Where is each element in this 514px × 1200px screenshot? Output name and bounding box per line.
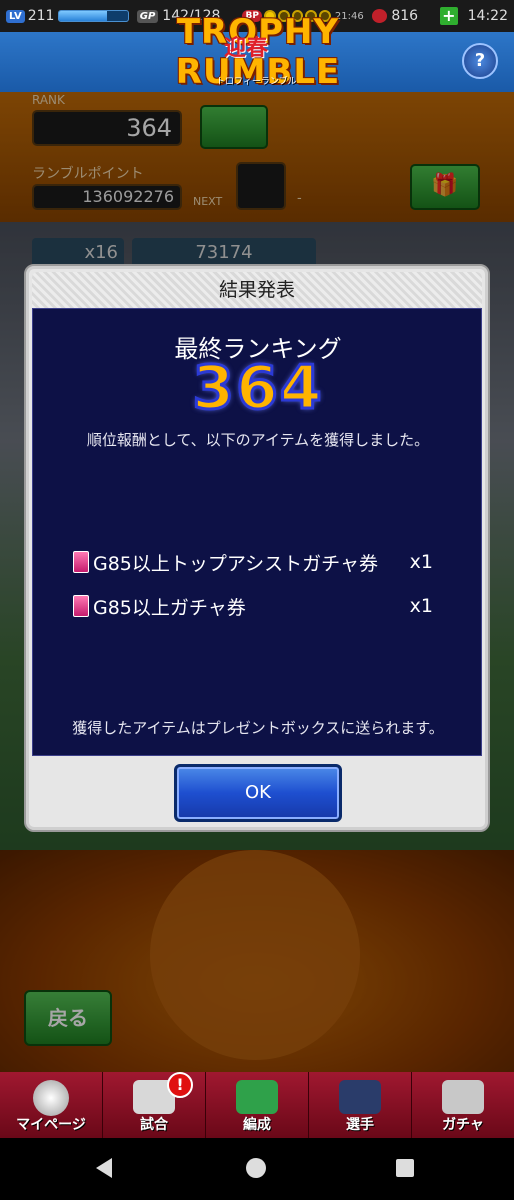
tab-label: ガチャ [442, 1117, 484, 1133]
final-rank-value: 364 [191, 352, 324, 425]
level-badge: LV [6, 9, 25, 23]
recents-square-icon[interactable] [396, 1159, 414, 1177]
formation-icon [236, 1080, 278, 1114]
system-nav-bar [0, 1138, 514, 1200]
reward-quantity: x1 [409, 595, 433, 617]
level-value: 211 [27, 8, 55, 24]
ticket-icon [73, 551, 89, 573]
reward-description: 順位報酬として、以下のアイテムを獲得しました。 [86, 431, 430, 449]
tab-label: 選手 [346, 1117, 374, 1133]
ok-button[interactable]: OK [174, 764, 342, 822]
tab-label: マイページ [16, 1117, 86, 1133]
tab-players[interactable]: 選手 [309, 1072, 412, 1138]
dialog-body: 最終ランキング 364 順位報酬として、以下のアイテムを獲得しました。 G85以… [32, 308, 482, 756]
reward-name: G85以上ガチャ券 [93, 596, 246, 619]
clock: 14:22 [467, 8, 508, 24]
result-dialog: 結果発表 最終ランキング 364 順位報酬として、以下のアイテムを獲得しました。… [24, 264, 490, 832]
cards-icon [442, 1080, 484, 1114]
tab-formation[interactable]: 編成 [206, 1072, 309, 1138]
bottom-tab-bar: マイページ ! 試合 編成 選手 ガチャ [0, 1072, 514, 1138]
reward-name: G85以上トップアシストガチャ券 [93, 552, 378, 575]
logo-kanji: 迎春 [224, 36, 269, 61]
logo-subtitle: トロフィーランブル [216, 77, 297, 87]
tab-match[interactable]: ! 試合 [103, 1072, 206, 1138]
add-button[interactable]: + [440, 7, 458, 25]
reward-quantity: x1 [409, 551, 433, 573]
delivery-note: 獲得したアイテムはプレゼントボックスに送られます。 [72, 719, 444, 737]
players-icon [339, 1080, 381, 1114]
ticket-icon [73, 595, 89, 617]
tab-label: 編成 [243, 1117, 271, 1133]
exp-bar-fill [59, 11, 108, 21]
tab-gacha[interactable]: ガチャ [412, 1072, 514, 1138]
reward-item: G85以上トップアシストガチャ券 x1 [73, 547, 433, 577]
back-triangle-icon[interactable] [96, 1158, 112, 1178]
home-circle-icon[interactable] [246, 1158, 266, 1178]
reward-item: G85以上ガチャ券 x1 [73, 591, 433, 621]
efootball-icon [33, 1080, 69, 1116]
dialog-title: 結果発表 [32, 272, 482, 308]
tab-mypage[interactable]: マイページ [0, 1072, 103, 1138]
help-button[interactable]: ? [462, 43, 498, 79]
alert-badge: ! [167, 1072, 193, 1098]
tab-label: 試合 [140, 1117, 168, 1133]
